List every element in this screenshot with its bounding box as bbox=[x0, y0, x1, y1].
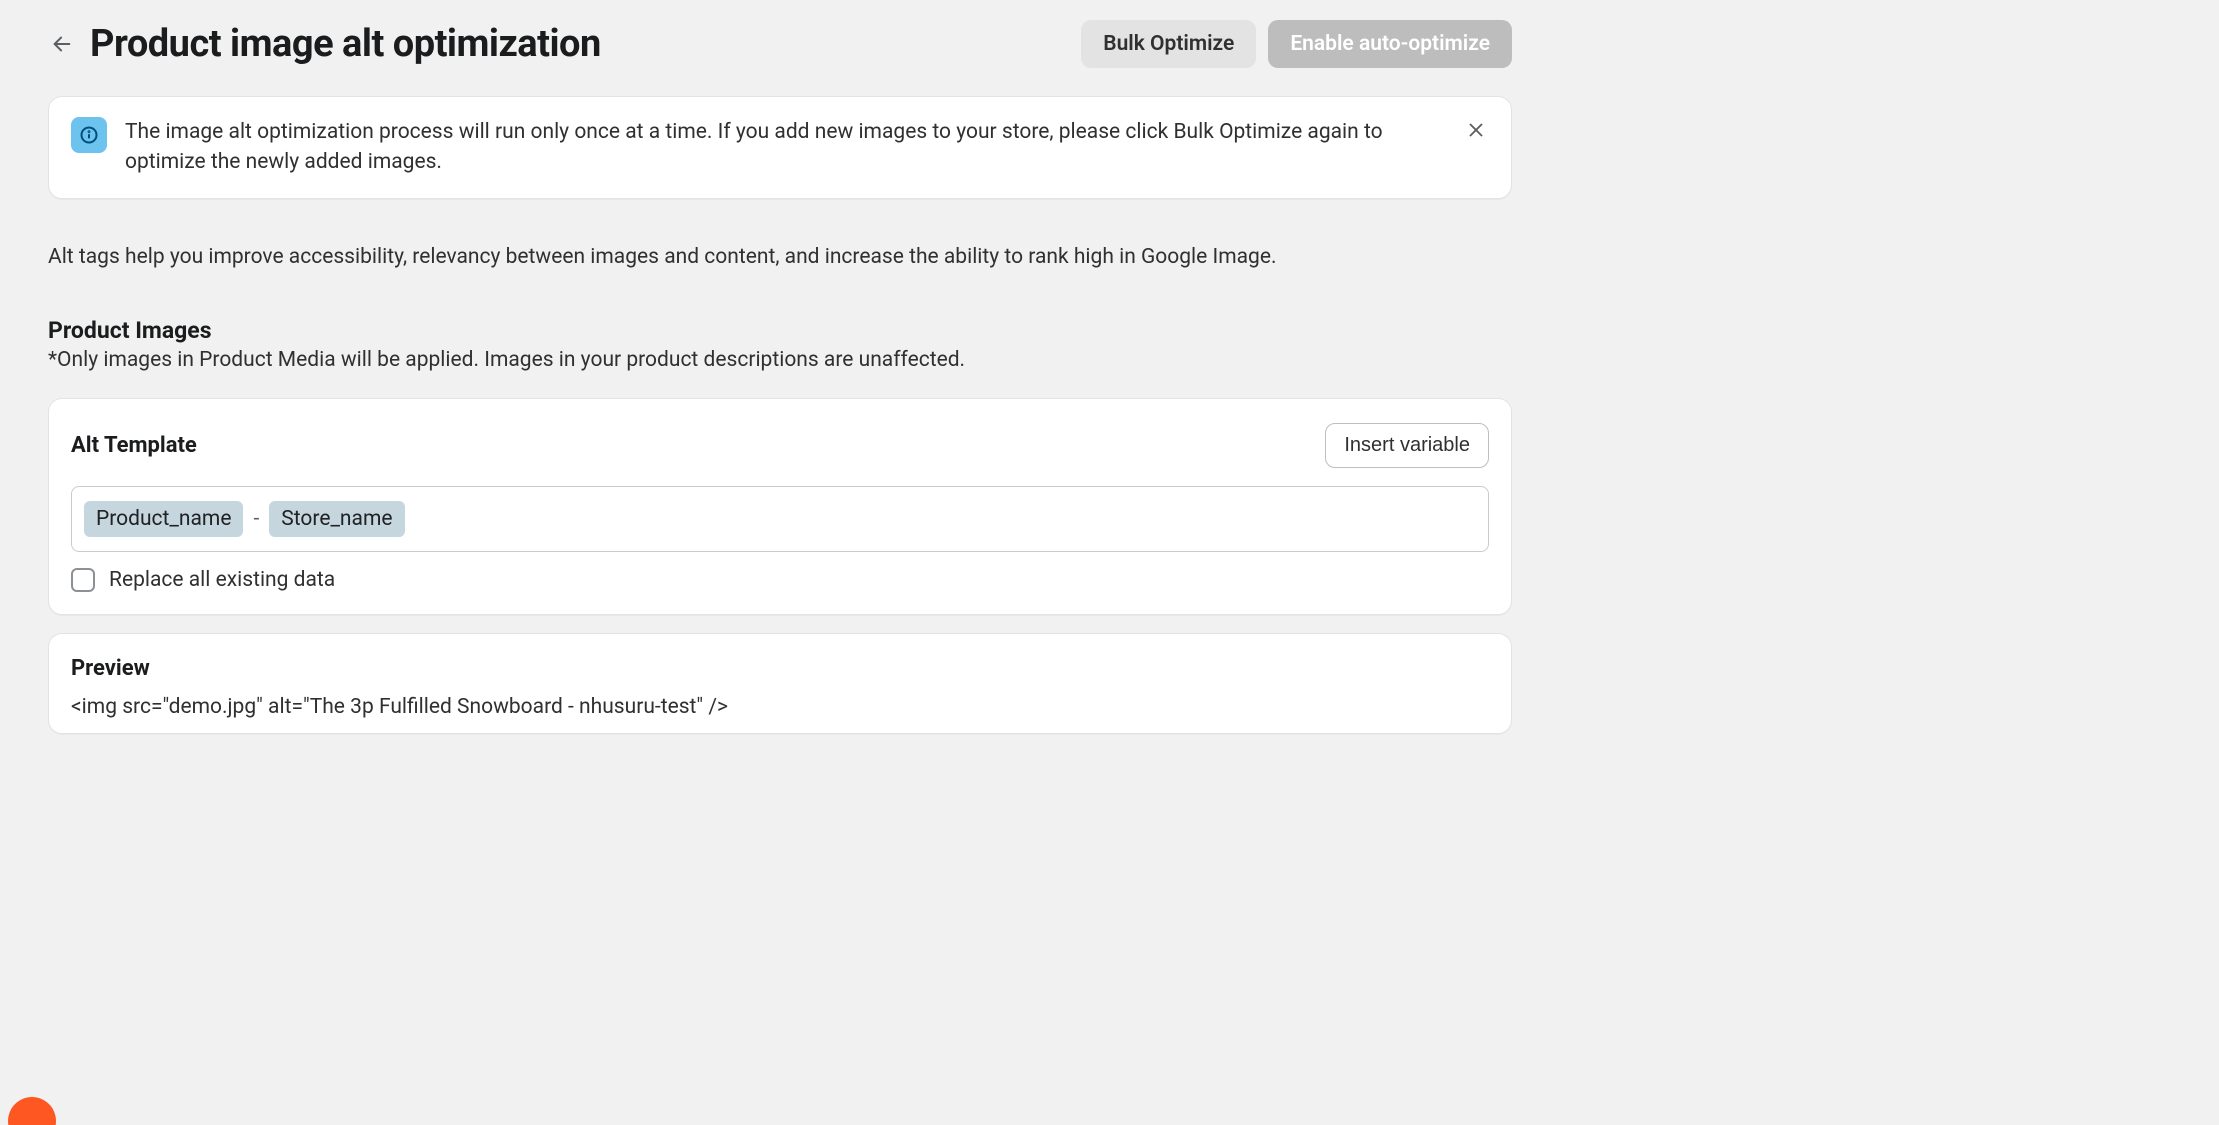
product-images-heading: Product Images bbox=[48, 317, 1512, 344]
floating-action-button[interactable] bbox=[8, 1097, 56, 1125]
banner-close-button[interactable] bbox=[1463, 117, 1489, 148]
info-banner: The image alt optimization process will … bbox=[48, 96, 1512, 199]
preview-card: Preview <img src="demo.jpg" alt="The 3p … bbox=[48, 633, 1512, 734]
replace-all-checkbox[interactable] bbox=[71, 568, 95, 592]
template-chip-store-name[interactable]: Store_name bbox=[269, 501, 404, 537]
back-button[interactable] bbox=[48, 30, 76, 58]
alt-template-input[interactable]: Product_name - Store_name bbox=[71, 486, 1489, 552]
info-icon bbox=[71, 117, 107, 153]
template-chip-product-name[interactable]: Product_name bbox=[84, 501, 243, 537]
insert-variable-button[interactable]: Insert variable bbox=[1325, 423, 1489, 468]
template-separator: - bbox=[253, 507, 259, 531]
preview-title: Preview bbox=[71, 656, 1489, 681]
banner-text: The image alt optimization process will … bbox=[125, 117, 1445, 178]
bulk-optimize-button[interactable]: Bulk Optimize bbox=[1081, 20, 1256, 68]
page-title: Product image alt optimization bbox=[90, 22, 601, 66]
preview-code: <img src="demo.jpg" alt="The 3p Fulfille… bbox=[71, 695, 1489, 719]
alt-template-card: Alt Template Insert variable Product_nam… bbox=[48, 398, 1512, 615]
product-images-subtext: *Only images in Product Media will be ap… bbox=[48, 348, 1512, 372]
alt-template-title: Alt Template bbox=[71, 433, 197, 458]
description-text: Alt tags help you improve accessibility,… bbox=[48, 245, 1512, 269]
replace-all-label: Replace all existing data bbox=[109, 568, 335, 592]
enable-auto-optimize-button[interactable]: Enable auto-optimize bbox=[1268, 20, 1512, 68]
